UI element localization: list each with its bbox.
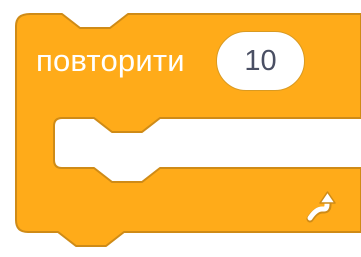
repeat-block[interactable]: повторити 10 — [0, 0, 361, 257]
repeat-label: повторити — [36, 43, 185, 78]
repeat-count-input[interactable]: 10 — [216, 31, 305, 91]
loop-arrow-icon — [306, 191, 336, 223]
